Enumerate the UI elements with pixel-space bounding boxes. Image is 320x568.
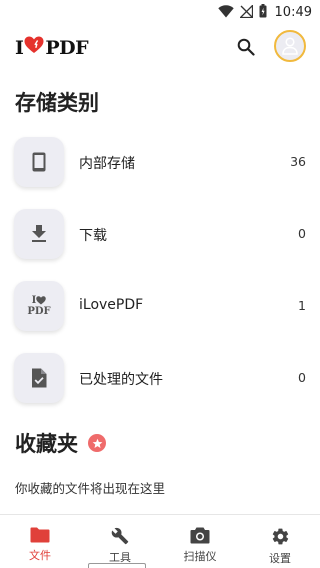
wifi-icon <box>217 3 234 22</box>
wrench-icon <box>111 527 129 545</box>
storage-item-internal[interactable]: 内部存储 36 <box>0 134 320 190</box>
status-time: 10:49 <box>274 4 312 20</box>
favorites-title: 收藏夹 <box>15 432 78 456</box>
storage-item-downloads[interactable]: 下载 0 <box>0 206 320 262</box>
phone-icon <box>14 137 64 187</box>
status-icons: 10:49 <box>217 3 312 22</box>
nav-item-settings[interactable]: 设置 <box>240 515 320 568</box>
nav-item-tools[interactable]: 工具 <box>80 515 160 568</box>
storage-item-processed[interactable]: 已处理的文件 0 <box>0 350 320 406</box>
tooltip-fragment <box>88 563 146 568</box>
favorites-empty-note: 你收藏的文件将出现在这里 <box>15 481 166 496</box>
folder-icon <box>30 527 50 543</box>
star-icon <box>88 434 106 452</box>
tile-logo-text: PDF <box>27 305 51 317</box>
storage-item-count: 0 <box>298 370 306 385</box>
favorites-header: 收藏夹 <box>15 428 106 458</box>
logo-text-pdf: PDF <box>45 36 89 59</box>
camera-icon <box>190 527 210 544</box>
gear-icon <box>272 528 288 545</box>
nav-label: 设置 <box>269 552 291 565</box>
status-bar: 10:49 <box>0 0 320 24</box>
nav-label: 扫描仪 <box>183 550 217 563</box>
storage-item-ilovepdf[interactable]: I PDF iLovePDF 1 <box>0 278 320 334</box>
download-icon <box>14 209 64 259</box>
ilovepdf-logo-icon: I PDF <box>14 281 64 331</box>
storage-section-title: 存储类别 <box>15 91 99 115</box>
search-button[interactable] <box>235 36 257 58</box>
nav-item-files[interactable]: 文件 <box>0 515 80 568</box>
checked-file-icon <box>14 353 64 403</box>
storage-item-label: iLovePDF <box>79 297 144 313</box>
storage-item-label: 内部存储 <box>79 156 135 172</box>
storage-item-count: 0 <box>298 226 306 241</box>
avatar-button[interactable] <box>274 30 306 62</box>
bottom-nav: 文件 工具 扫描仪 设置 <box>0 514 320 568</box>
ilovepdf-logo: I PDF <box>15 36 89 59</box>
heart-icon <box>24 36 44 59</box>
nav-item-scanner[interactable]: 扫描仪 <box>160 515 240 568</box>
search-icon <box>237 38 255 56</box>
nav-label: 文件 <box>29 549 51 562</box>
app-header: I PDF <box>0 28 320 68</box>
storage-item-label: 下载 <box>79 228 107 244</box>
storage-item-count: 36 <box>290 154 306 169</box>
no-signal-icon <box>238 3 253 22</box>
heart-icon <box>36 296 47 305</box>
storage-item-count: 1 <box>298 298 306 313</box>
battery-icon <box>259 3 267 22</box>
user-icon <box>282 37 298 55</box>
storage-item-label: 已处理的文件 <box>79 372 163 388</box>
logo-letter-i: I <box>15 36 24 59</box>
